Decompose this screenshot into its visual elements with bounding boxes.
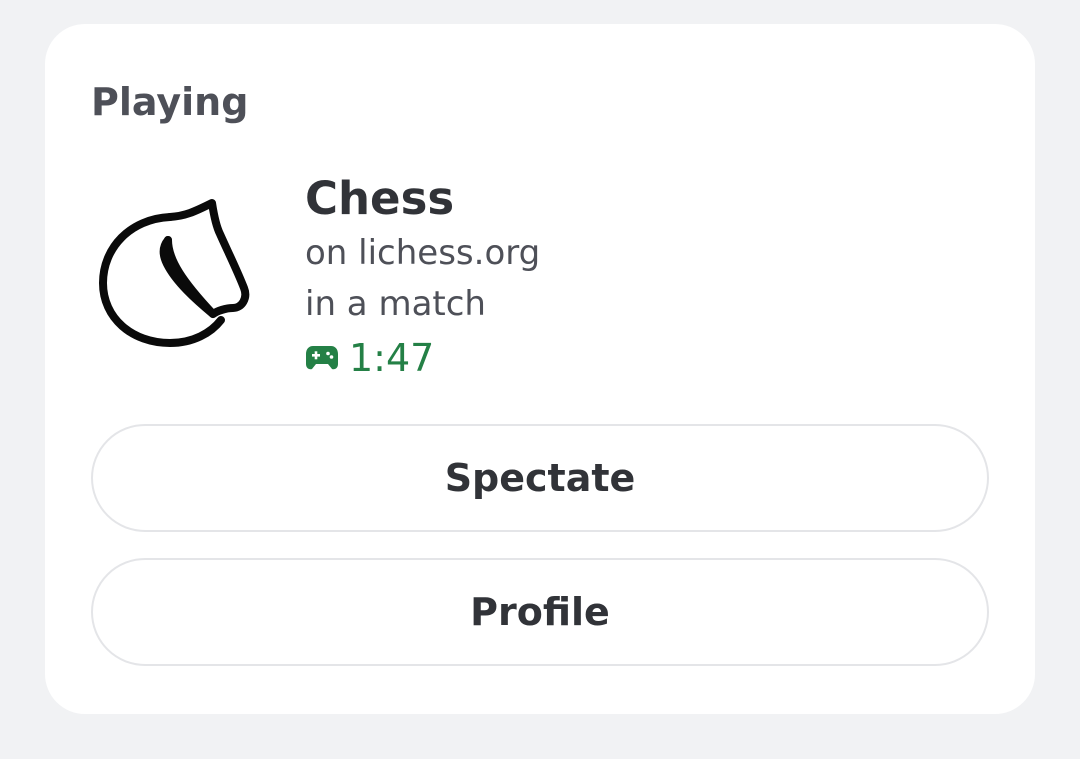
activity-state: in a match xyxy=(305,284,486,324)
gamepad-icon xyxy=(306,346,338,370)
spectate-button[interactable]: Spectate xyxy=(91,424,989,532)
activity-info: Chess on lichess.org in a match 1:47 xyxy=(305,170,540,384)
section-label: Playing xyxy=(91,80,249,124)
activity-details: on lichess.org xyxy=(305,233,541,273)
activity-row: Chess on lichess.org in a match 1:47 xyxy=(90,170,990,400)
game-name: Chess xyxy=(305,172,455,225)
elapsed-time: 1:47 xyxy=(305,332,540,384)
profile-button[interactable]: Profile xyxy=(91,558,989,666)
lichess-horse-icon[interactable] xyxy=(90,190,260,360)
elapsed-value: 1:47 xyxy=(349,336,435,380)
activity-card: Playing Chess on lichess.org in a match xyxy=(45,24,1035,714)
